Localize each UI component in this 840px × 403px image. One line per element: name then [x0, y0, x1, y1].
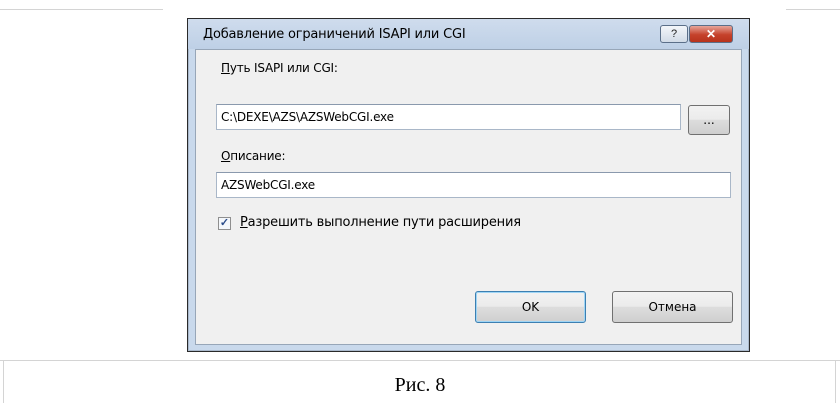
- checkmark-icon: ✓: [219, 217, 230, 229]
- allow-execution-label[interactable]: Разрешить выполнение пути расширения: [240, 215, 521, 230]
- cancel-button[interactable]: Отмена: [612, 291, 733, 323]
- close-button[interactable]: ✕: [689, 25, 733, 43]
- path-label: Путь ISAPI или CGI:: [221, 61, 338, 75]
- description-label-accelerator: О: [221, 149, 231, 163]
- allow-label-accelerator: Р: [240, 215, 248, 230]
- allow-label-text: азрешить выполнение пути расширения: [247, 215, 521, 230]
- help-icon: ?: [670, 28, 678, 40]
- figure-caption: Рис. 8: [394, 374, 446, 396]
- path-input[interactable]: C:\DEXE\AZS\AZSWebCGI.exe: [216, 104, 681, 130]
- help-button[interactable]: ?: [660, 25, 688, 43]
- middle-rule: [0, 360, 840, 361]
- browse-button[interactable]: ...: [688, 105, 730, 135]
- description-label: Описание:: [221, 149, 286, 163]
- path-label-text: уть ISAPI или CGI:: [229, 61, 338, 75]
- title-bar[interactable]: Добавление ограничений ISAPI или CGI ? ✕: [188, 19, 749, 49]
- path-label-accelerator: П: [221, 61, 230, 75]
- browse-label: ...: [703, 113, 715, 127]
- close-icon: ✕: [705, 27, 717, 41]
- ok-label: OK: [521, 300, 540, 314]
- description-label-text: писание:: [230, 149, 286, 163]
- ok-button[interactable]: OK: [475, 291, 586, 323]
- top-rule-right: [786, 9, 840, 10]
- allow-execution-checkbox[interactable]: ✓: [218, 217, 231, 230]
- dialog-title: Добавление ограничений ISAPI или CGI: [203, 27, 466, 42]
- description-input[interactable]: AZSWebCGI.exe: [216, 172, 731, 198]
- top-rule: [0, 9, 163, 10]
- cancel-label: Отмена: [648, 300, 697, 314]
